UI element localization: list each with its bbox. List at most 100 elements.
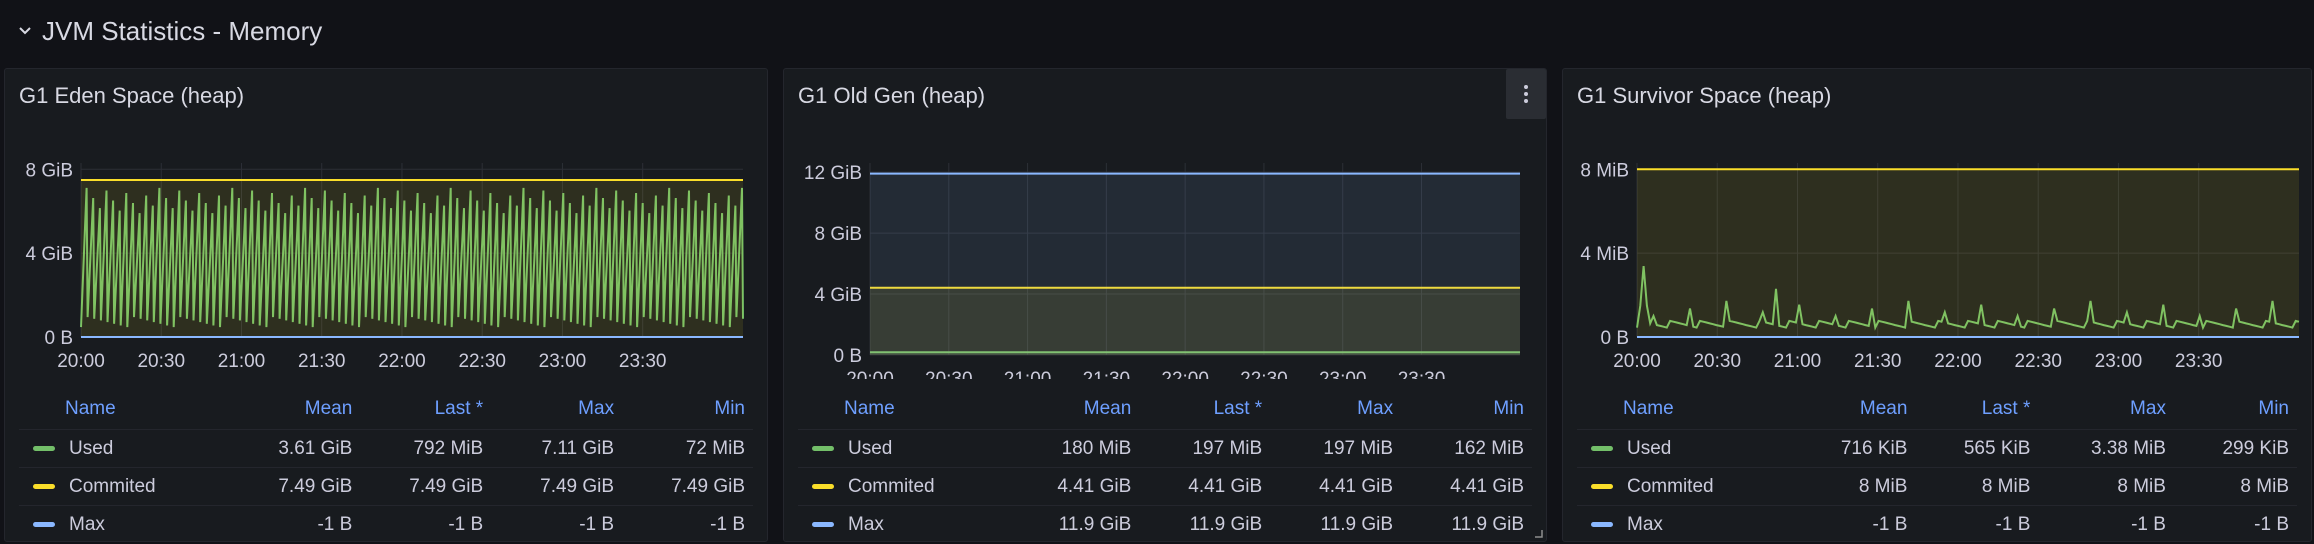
legend-min: -1 B xyxy=(622,505,753,543)
legend-header-name[interactable]: Name xyxy=(19,393,229,430)
legend-name[interactable]: Used xyxy=(848,438,892,459)
legend-header-min[interactable]: Min xyxy=(622,393,753,430)
legend-header-name[interactable]: Name xyxy=(798,393,1008,430)
panel-old-gen[interactable]: 0 B 4 GiB 8 GiB 12 GiB 20:00 20:30 21:00 21:30 2… xyxy=(783,68,1547,543)
series-area-max xyxy=(870,173,1520,355)
legend-swatch-used xyxy=(33,445,55,451)
legend-min: 4.41 GiB xyxy=(1401,467,1532,506)
legend-swatch-max xyxy=(1591,521,1613,527)
legend-mean: 7.49 GiB xyxy=(229,467,361,506)
x-tick-label: 20:00 xyxy=(1613,351,1661,372)
chart-old-gen: 0 B 4 GiB 8 GiB 12 GiB 20:00 20:30 21:00 21:30 2… xyxy=(804,163,1520,379)
legend-name[interactable]: Max xyxy=(69,514,105,535)
legend-max: 7.11 GiB xyxy=(491,429,623,468)
x-tick-label: 20:30 xyxy=(1693,351,1741,372)
legend-mean: 3.61 GiB xyxy=(229,429,361,468)
legend-row-max[interactable]: Max -1 B -1 B -1 B -1 B xyxy=(1577,505,2297,543)
legend-swatch-used xyxy=(1591,445,1613,451)
legend-last: -1 B xyxy=(1915,505,2039,543)
x-tick-label: 23:30 xyxy=(2175,351,2223,372)
x-tick-label: 22:00 xyxy=(1934,351,1982,372)
y-tick-label: 8 MiB xyxy=(1580,160,1629,181)
legend-header-mean[interactable]: Mean xyxy=(1792,393,1915,430)
resize-handle-icon[interactable] xyxy=(1534,529,1543,538)
legend-last: 7.49 GiB xyxy=(360,467,492,506)
legend-header-last[interactable]: Last * xyxy=(1915,393,2038,430)
y-tick-label: 4 GiB xyxy=(814,285,862,306)
legend-swatch-commited xyxy=(1591,483,1613,489)
legend-name[interactable]: Commited xyxy=(1627,476,1714,497)
y-tick-label: 4 MiB xyxy=(1580,244,1629,265)
legend-header-last[interactable]: Last * xyxy=(360,393,491,430)
x-tick-label: 21:00 xyxy=(1004,369,1052,379)
legend-name[interactable]: Commited xyxy=(69,476,156,497)
x-tick-label: 20:30 xyxy=(137,351,185,372)
legend-header-min[interactable]: Min xyxy=(1401,393,1532,430)
legend-header-last[interactable]: Last * xyxy=(1139,393,1270,430)
legend-mean: 180 MiB xyxy=(1008,429,1140,468)
legend-min: 11.9 GiB xyxy=(1401,505,1532,543)
series-area-commited xyxy=(1637,169,2299,337)
legend-name[interactable]: Used xyxy=(69,438,113,459)
legend-row-commited[interactable]: Commited 8 MiB 8 MiB 8 MiB 8 MiB xyxy=(1577,467,2297,506)
y-tick-label: 0 B xyxy=(833,346,862,367)
legend-row-used[interactable]: Used 180 MiB 197 MiB 197 MiB 162 MiB xyxy=(798,429,1532,468)
legend-last: -1 B xyxy=(360,505,492,543)
x-tick-label: 23:00 xyxy=(1319,369,1367,379)
legend-mean: -1 B xyxy=(1792,505,1916,543)
legend-header-mean[interactable]: Mean xyxy=(1008,393,1139,430)
legend-name[interactable]: Max xyxy=(1627,514,1663,535)
legend-header-max[interactable]: Max xyxy=(2038,393,2174,430)
chevron-down-icon[interactable] xyxy=(16,22,34,40)
y-tick-label: 4 GiB xyxy=(25,244,73,265)
legend-header-min[interactable]: Min xyxy=(2174,393,2297,430)
x-tick-label: 23:00 xyxy=(539,351,587,372)
legend-last: 8 MiB xyxy=(1915,467,2039,506)
legend-max: 197 MiB xyxy=(1270,429,1402,468)
legend-swatch-max xyxy=(812,521,834,527)
y-tick-label: 0 B xyxy=(44,328,73,349)
legend-row-commited[interactable]: Commited 4.41 GiB 4.41 GiB 4.41 GiB 4.41… xyxy=(798,467,1532,506)
legend-header-mean[interactable]: Mean xyxy=(229,393,360,430)
legend-row-used[interactable]: Used 716 KiB 565 KiB 3.38 MiB 299 KiB xyxy=(1577,429,2297,468)
legend-header-name[interactable]: Name xyxy=(1577,393,1792,430)
legend-mean: 4.41 GiB xyxy=(1008,467,1140,506)
legend-header-max[interactable]: Max xyxy=(1270,393,1401,430)
panel-menu-button[interactable] xyxy=(1506,69,1546,119)
legend-last: 565 KiB xyxy=(1915,429,2039,468)
x-tick-label: 23:00 xyxy=(2095,351,2143,372)
series-area-commited xyxy=(81,179,743,337)
legend-name[interactable]: Max xyxy=(848,514,884,535)
legend-name[interactable]: Used xyxy=(1627,438,1671,459)
panel-survivor-space[interactable]: 0 B 4 MiB 8 MiB 20:00 20:30 21:00 21:30 22:00 22… xyxy=(1562,68,2312,543)
legend-mean: 716 KiB xyxy=(1792,429,1916,468)
legend-max: -1 B xyxy=(491,505,623,543)
legend-min: 72 MiB xyxy=(622,429,753,468)
legend-header-max[interactable]: Max xyxy=(491,393,622,430)
legend-table: Name Mean Last * Max Min Used 180 MiB 19… xyxy=(798,393,1532,543)
x-tick-label: 22:30 xyxy=(458,351,506,372)
legend-swatch-max xyxy=(33,521,55,527)
y-tick-label: 0 B xyxy=(1600,328,1629,349)
x-tick-label: 21:30 xyxy=(298,351,346,372)
legend-row-max[interactable]: Max 11.9 GiB 11.9 GiB 11.9 GiB 11.9 GiB xyxy=(798,505,1532,543)
legend-row-used[interactable]: Used 3.61 GiB 792 MiB 7.11 GiB 72 MiB xyxy=(19,429,753,468)
x-tick-label: 20:30 xyxy=(925,369,973,379)
x-tick-label: 22:00 xyxy=(1161,369,1209,379)
x-tick-label: 22:30 xyxy=(2014,351,2062,372)
x-tick-label: 21:30 xyxy=(1083,369,1131,379)
legend-last: 792 MiB xyxy=(360,429,492,468)
legend-name[interactable]: Commited xyxy=(848,476,935,497)
legend-min: 162 MiB xyxy=(1401,429,1532,468)
row-header[interactable]: JVM Statistics - Memory xyxy=(0,0,2314,62)
legend-last: 4.41 GiB xyxy=(1139,467,1271,506)
legend-min: -1 B xyxy=(2173,505,2297,543)
legend-row-commited[interactable]: Commited 7.49 GiB 7.49 GiB 7.49 GiB 7.49… xyxy=(19,467,753,506)
legend-row-max[interactable]: Max -1 B -1 B -1 B -1 B xyxy=(19,505,753,543)
legend-max: 11.9 GiB xyxy=(1270,505,1402,543)
legend-min: 7.49 GiB xyxy=(622,467,753,506)
x-tick-label: 20:00 xyxy=(57,351,105,372)
panel-eden-space[interactable]: 0 B 4 GiB 8 GiB 20:00 20:30 21:00 21:30 22:00 22… xyxy=(4,68,768,543)
x-tick-label: 23:30 xyxy=(619,351,667,372)
legend-last: 11.9 GiB xyxy=(1139,505,1271,543)
